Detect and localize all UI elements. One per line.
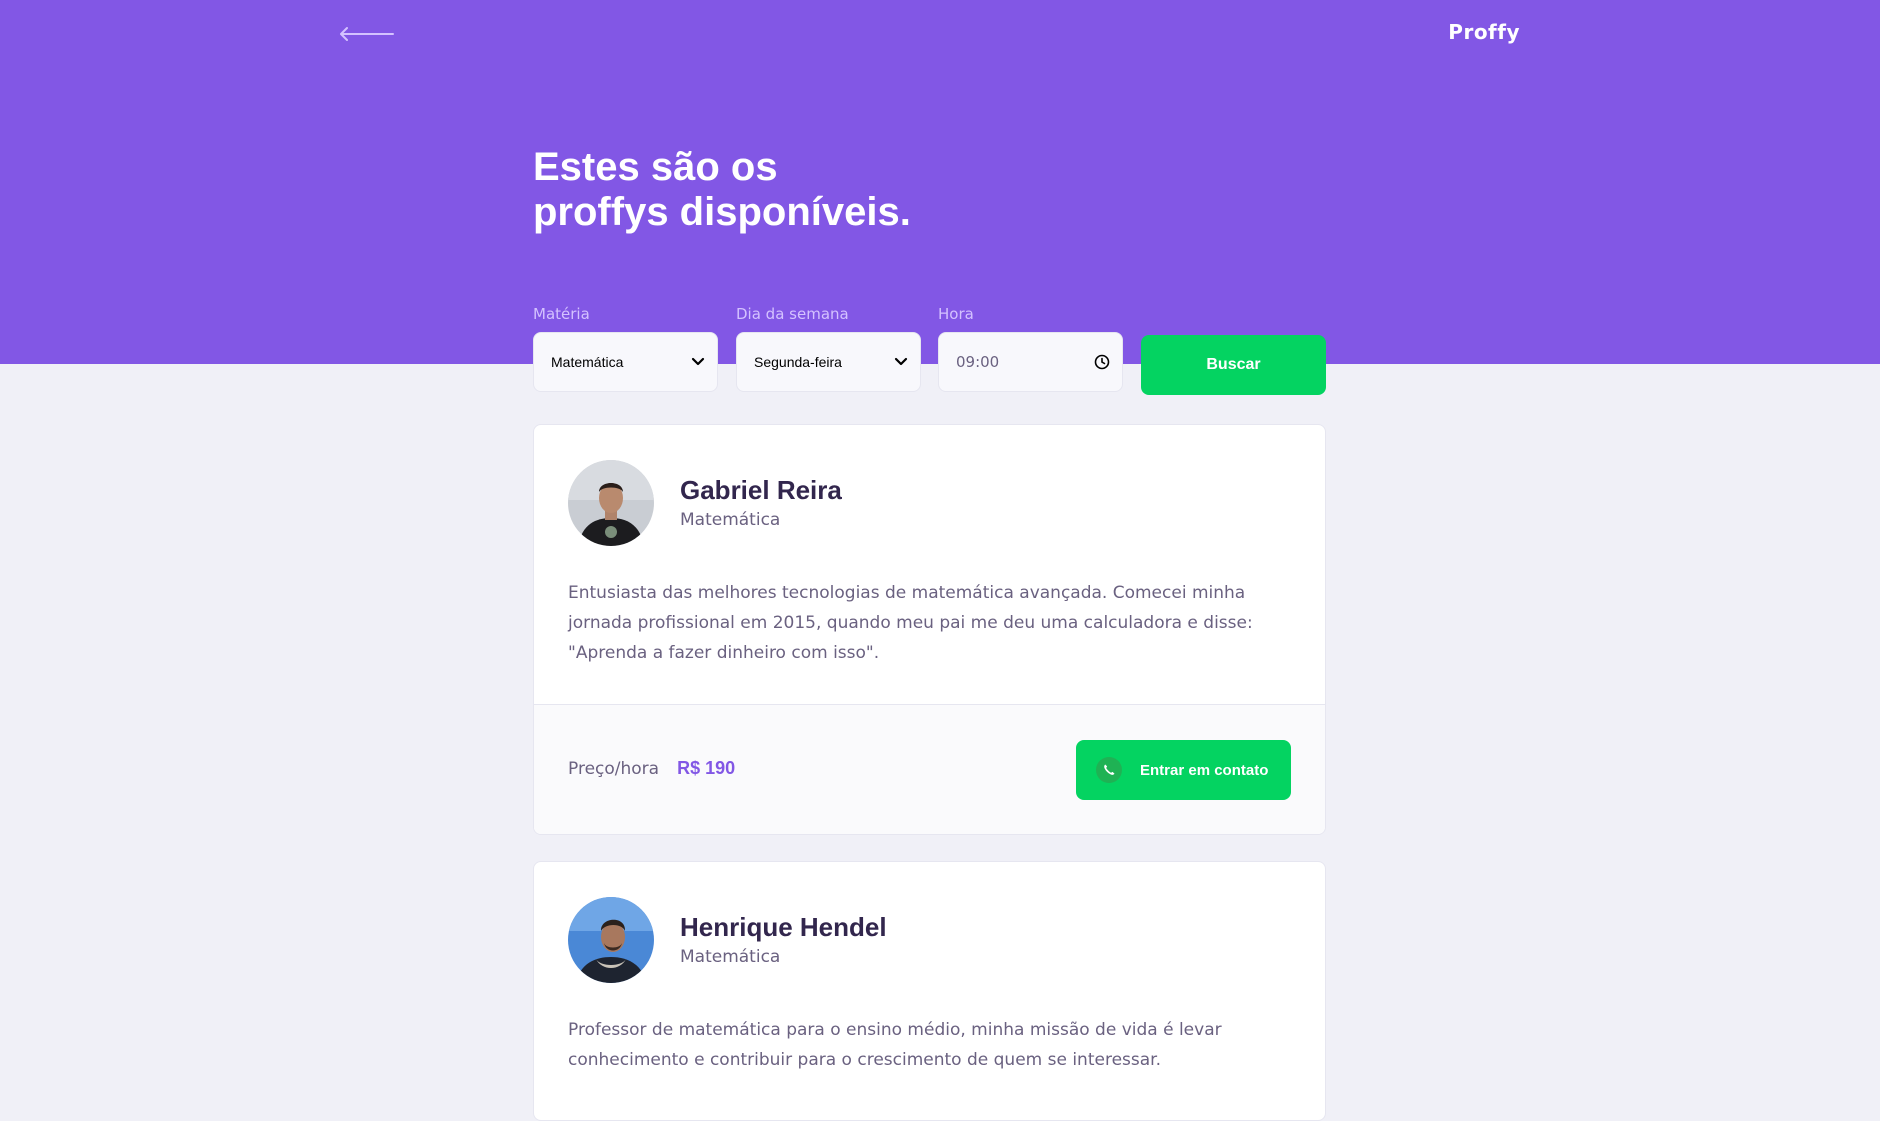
chevron-down-icon	[691, 357, 705, 366]
search-button[interactable]: Buscar	[1141, 335, 1326, 395]
price: Preço/hora R$ 190	[568, 758, 735, 779]
brand-logo: Proffy	[1448, 20, 1520, 44]
price-value: R$ 190	[677, 758, 736, 778]
teacher-header: Henrique Hendel Matemática	[568, 897, 887, 983]
subject-selected-value: Matemática	[551, 354, 624, 370]
price-label: Preço/hora	[568, 759, 660, 779]
subject-select[interactable]: Matemática	[533, 332, 718, 392]
contact-button-label: Entrar em contato	[1140, 761, 1269, 779]
time-value: 09:00	[956, 353, 1000, 371]
time-field: Hora 09:00	[938, 303, 1123, 392]
teacher-card-footer: Preço/hora R$ 190 Entrar em contato	[534, 704, 1325, 834]
search-filters: Matéria Matemática Dia da semana Segunda…	[533, 303, 1326, 395]
weekday-selected-value: Segunda-feira	[754, 354, 842, 370]
teacher-bio: Professor de matemática para o ensino mé…	[568, 1020, 1222, 1070]
teacher-card: Henrique Hendel Matemática Professor de …	[533, 861, 1326, 1121]
avatar	[568, 460, 654, 546]
weekday-label: Dia da semana	[736, 305, 849, 323]
teacher-header: Gabriel Reira Matemática	[568, 460, 842, 546]
teacher-name: Gabriel Reira	[680, 475, 842, 505]
teacher-bio: Entusiasta das melhores tecnologias de m…	[568, 583, 1253, 663]
page-title: Estes são os proffys disponíveis.	[533, 145, 1133, 235]
top-bar: Proffy	[338, 18, 1520, 50]
clock-icon[interactable]	[1094, 354, 1110, 370]
arrow-left-icon	[340, 27, 394, 41]
teacher-subject: Matemática	[680, 510, 781, 530]
teacher-info: Gabriel Reira Matemática	[680, 474, 842, 532]
page-title-line-2: proffys disponíveis.	[533, 190, 911, 234]
weekday-field: Dia da semana Segunda-feira	[736, 303, 921, 392]
teacher-subject: Matemática	[680, 947, 781, 967]
time-label: Hora	[938, 305, 974, 323]
weekday-select[interactable]: Segunda-feira	[736, 332, 921, 392]
back-button[interactable]	[338, 18, 396, 50]
subject-field: Matéria Matemática	[533, 303, 718, 392]
contact-button[interactable]: Entrar em contato	[1076, 740, 1291, 800]
page-title-line-1: Estes são os	[533, 145, 778, 189]
avatar	[568, 897, 654, 983]
teacher-name: Henrique Hendel	[680, 912, 887, 942]
teacher-card: Gabriel Reira Matemática Entusiasta das …	[533, 424, 1326, 835]
subject-label: Matéria	[533, 305, 590, 323]
time-input[interactable]: 09:00	[938, 332, 1123, 392]
teacher-info: Henrique Hendel Matemática	[680, 911, 887, 969]
whatsapp-icon	[1096, 757, 1122, 783]
chevron-down-icon	[894, 357, 908, 366]
